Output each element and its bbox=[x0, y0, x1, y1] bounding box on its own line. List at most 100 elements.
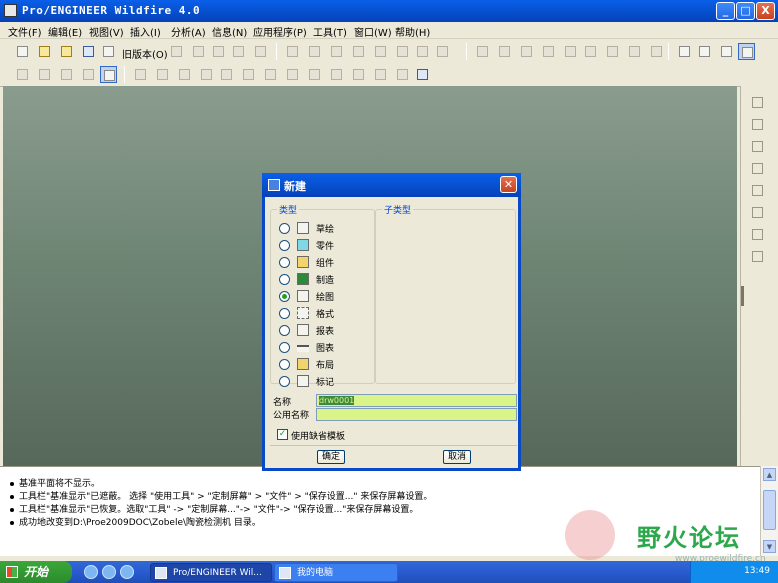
datum-axes-icon[interactable] bbox=[36, 66, 53, 83]
extrude-icon[interactable] bbox=[132, 66, 149, 83]
sweep-icon[interactable] bbox=[328, 66, 345, 83]
clock[interactable]: 13:49 bbox=[744, 566, 770, 576]
maximize-button[interactable]: □ bbox=[736, 2, 755, 20]
zoom-in-icon[interactable] bbox=[540, 43, 557, 60]
minimize-button[interactable]: _ bbox=[716, 2, 735, 20]
edit-definition-icon[interactable] bbox=[190, 43, 207, 60]
close-button[interactable]: X bbox=[756, 2, 775, 20]
chamfer-icon[interactable] bbox=[306, 66, 323, 83]
hidden-line-icon[interactable] bbox=[696, 43, 713, 60]
layers-icon[interactable] bbox=[648, 43, 665, 60]
start-button[interactable]: 开始 bbox=[0, 561, 72, 583]
menu-help[interactable]: 帮助(H) bbox=[395, 24, 430, 39]
radio-button[interactable] bbox=[279, 223, 290, 234]
pencil-tool-icon[interactable] bbox=[749, 248, 767, 266]
mirror-icon[interactable] bbox=[414, 43, 431, 60]
menu-edit[interactable]: 编辑(E) bbox=[48, 24, 82, 39]
radio-button[interactable] bbox=[279, 257, 290, 268]
shading-icon[interactable] bbox=[738, 43, 755, 60]
blend-icon[interactable] bbox=[350, 66, 367, 83]
menu-info[interactable]: 信息(N) bbox=[212, 24, 247, 39]
save-icon[interactable] bbox=[80, 43, 97, 60]
datum-curve-tool-icon[interactable] bbox=[749, 160, 767, 178]
radio-button[interactable] bbox=[279, 359, 290, 370]
radio-button[interactable] bbox=[279, 342, 290, 353]
radio-button[interactable] bbox=[279, 308, 290, 319]
sketch-tool-icon[interactable] bbox=[749, 94, 767, 112]
datum-point-tool-icon[interactable] bbox=[749, 182, 767, 200]
radio-button[interactable] bbox=[279, 376, 290, 387]
menu-tools[interactable]: 工具(T) bbox=[313, 24, 347, 39]
use-default-template-checkbox[interactable]: ✓ bbox=[277, 429, 288, 440]
paste-special-icon[interactable] bbox=[394, 43, 411, 60]
round-icon[interactable] bbox=[284, 66, 301, 83]
context-help-icon[interactable] bbox=[414, 66, 431, 83]
shell-icon[interactable] bbox=[218, 66, 235, 83]
menu-window[interactable]: 窗口(W) bbox=[354, 24, 392, 39]
media-player-icon[interactable] bbox=[120, 565, 134, 579]
annotation-display-icon[interactable] bbox=[100, 66, 117, 83]
radio-button-selected[interactable] bbox=[279, 291, 290, 302]
csys-tool-icon[interactable] bbox=[749, 204, 767, 222]
table-icon[interactable] bbox=[176, 66, 193, 83]
menu-analysis[interactable]: 分析(A) bbox=[171, 24, 206, 39]
rib-icon[interactable] bbox=[240, 66, 257, 83]
no-hidden-icon[interactable] bbox=[718, 43, 735, 60]
menu-insert[interactable]: 插入(I) bbox=[130, 24, 161, 39]
mail-icon[interactable] bbox=[230, 43, 247, 60]
old-version-button[interactable]: 旧版本(O) bbox=[122, 46, 168, 61]
name-input[interactable]: drw0001 bbox=[316, 394, 517, 407]
orient-mode-icon[interactable] bbox=[518, 43, 535, 60]
datum-plane-tool-icon[interactable] bbox=[749, 116, 767, 134]
coordinate-systems-icon[interactable] bbox=[80, 66, 97, 83]
warp-icon[interactable] bbox=[394, 66, 411, 83]
wireframe-icon[interactable] bbox=[676, 43, 693, 60]
scroll-up-icon[interactable]: ▲ bbox=[763, 468, 776, 481]
dialog-close-button[interactable]: ✕ bbox=[500, 176, 517, 193]
regenerate-icon[interactable] bbox=[168, 43, 185, 60]
radio-button[interactable] bbox=[279, 240, 290, 251]
copy-icon[interactable] bbox=[210, 43, 227, 60]
hole-icon[interactable] bbox=[198, 66, 215, 83]
cut-icon[interactable] bbox=[328, 43, 345, 60]
datum-points-icon[interactable] bbox=[58, 66, 75, 83]
reorient-icon[interactable] bbox=[604, 43, 621, 60]
print-icon[interactable] bbox=[100, 43, 117, 60]
common-name-input[interactable] bbox=[316, 408, 517, 421]
folder-icon[interactable] bbox=[58, 43, 75, 60]
ie-icon[interactable] bbox=[84, 565, 98, 579]
menu-applications[interactable]: 应用程序(P) bbox=[253, 24, 307, 39]
dialog-title-bar[interactable]: 新建 ✕ bbox=[262, 173, 521, 197]
datum-axis-tool-icon[interactable] bbox=[749, 138, 767, 156]
menu-file[interactable]: 文件(F) bbox=[8, 24, 42, 39]
refit-icon[interactable] bbox=[582, 43, 599, 60]
variable-sweep-icon[interactable] bbox=[372, 66, 389, 83]
cancel-button[interactable]: 取消 bbox=[443, 450, 471, 464]
repaint-icon[interactable] bbox=[474, 43, 491, 60]
radio-button[interactable] bbox=[279, 274, 290, 285]
open-file-icon[interactable] bbox=[36, 43, 53, 60]
new-file-icon[interactable] bbox=[14, 43, 31, 60]
draft-icon[interactable] bbox=[262, 66, 279, 83]
spin-center-icon[interactable] bbox=[496, 43, 513, 60]
task-my-computer[interactable]: 我的电脑 bbox=[274, 563, 398, 582]
window-title-bar[interactable]: Pro/ENGINEER Wildfire 4.0 _ □ X bbox=[0, 0, 778, 22]
send-icon[interactable] bbox=[252, 43, 269, 60]
undo-icon[interactable] bbox=[284, 43, 301, 60]
app-icon[interactable] bbox=[4, 4, 17, 17]
selection-filter-icon[interactable] bbox=[434, 43, 451, 60]
paste-icon[interactable] bbox=[372, 43, 389, 60]
saved-views-icon[interactable] bbox=[626, 43, 643, 60]
menu-view[interactable]: 视图(V) bbox=[89, 24, 124, 39]
task-proengineer[interactable]: Pro/ENGINEER Wil... bbox=[150, 563, 272, 582]
analysis-tool-icon[interactable] bbox=[749, 226, 767, 244]
show-desktop-icon[interactable] bbox=[102, 565, 116, 579]
toolbar-splitter[interactable] bbox=[741, 286, 744, 306]
datum-planes-icon[interactable] bbox=[14, 66, 31, 83]
revolve-icon[interactable] bbox=[154, 66, 171, 83]
zoom-out-icon[interactable] bbox=[562, 43, 579, 60]
redo-icon[interactable] bbox=[306, 43, 323, 60]
ok-button[interactable]: 确定 bbox=[317, 450, 345, 464]
radio-button[interactable] bbox=[279, 325, 290, 336]
copy-clip-icon[interactable] bbox=[350, 43, 367, 60]
